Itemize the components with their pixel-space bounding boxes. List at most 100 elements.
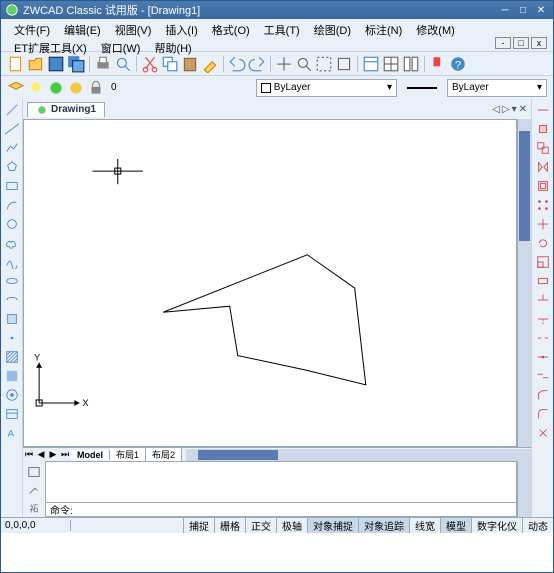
polyline-icon[interactable] (3, 139, 21, 157)
text-icon[interactable]: 祏 (25, 499, 43, 517)
pan-icon[interactable] (275, 55, 293, 73)
tab-prev-icon[interactable]: ◁ (492, 104, 500, 115)
new-icon[interactable] (7, 55, 25, 73)
layer-yellow-icon[interactable] (67, 79, 85, 97)
mode-lweight[interactable]: 线宽 (409, 518, 440, 533)
coordinates-display[interactable]: 0,0,0,0 (1, 520, 71, 531)
save-icon[interactable] (47, 55, 65, 73)
mode-model[interactable]: 模型 (440, 518, 471, 533)
layer-green-icon[interactable] (47, 79, 65, 97)
tab-menu-icon[interactable]: ▾ (512, 104, 517, 115)
mirror-icon[interactable] (534, 158, 552, 176)
command-scrollbar[interactable] (517, 461, 531, 517)
command-input[interactable] (77, 504, 512, 515)
mdi-restore-button[interactable]: □ (513, 37, 529, 49)
point-icon[interactable] (3, 329, 21, 347)
table-draw-icon[interactable] (3, 405, 21, 423)
paint-icon[interactable] (429, 55, 447, 73)
mdi-close-button[interactable]: x (531, 37, 547, 49)
menu-file[interactable]: 文件(F) (7, 21, 57, 39)
minimize-button[interactable]: ─ (497, 3, 513, 17)
drawing-canvas[interactable]: X Y (23, 119, 517, 447)
array-icon[interactable] (534, 196, 552, 214)
break-icon[interactable] (534, 329, 552, 347)
layer-lock-icon[interactable] (87, 79, 105, 97)
tab-first-icon[interactable]: ⏮ (23, 449, 35, 460)
menu-tools[interactable]: 工具(T) (257, 21, 307, 39)
extend-icon[interactable] (534, 310, 552, 328)
break-at-icon[interactable] (534, 348, 552, 366)
table-tool-icon[interactable] (25, 463, 43, 481)
ellipse-arc-icon[interactable] (3, 291, 21, 309)
fillet-icon[interactable] (534, 405, 552, 423)
vertical-scrollbar[interactable] (517, 119, 531, 447)
tab-layout1[interactable]: 布局1 (110, 448, 146, 461)
command-history[interactable] (46, 462, 516, 502)
preview-icon[interactable] (114, 55, 132, 73)
join-icon[interactable] (534, 367, 552, 385)
tab-next-icon[interactable]: ▶ (47, 449, 59, 460)
undo-icon[interactable] (228, 55, 246, 73)
menu-window[interactable]: 窗口(W) (94, 39, 148, 57)
cut-icon[interactable] (141, 55, 159, 73)
menu-insert[interactable]: 插入(I) (158, 21, 204, 39)
mode-ortho[interactable]: 正交 (245, 518, 276, 533)
mode-dyn[interactable]: 动态 (522, 518, 553, 533)
erase-icon[interactable] (534, 120, 552, 138)
help-icon[interactable]: ? (449, 55, 467, 73)
region-icon[interactable] (3, 386, 21, 404)
tab-last-icon[interactable]: ⏭ (59, 449, 71, 460)
redo-icon[interactable] (248, 55, 266, 73)
saveall-icon[interactable] (67, 55, 85, 73)
menu-view[interactable]: 视图(V) (108, 21, 159, 39)
revcloud-icon[interactable] (3, 234, 21, 252)
tab-prev-icon[interactable]: ◀ (35, 449, 47, 460)
mdi-minimize-button[interactable]: - (495, 37, 511, 49)
zoom-window-icon[interactable] (315, 55, 333, 73)
arc-icon[interactable] (3, 196, 21, 214)
move-icon[interactable] (534, 215, 552, 233)
menu-draw[interactable]: 绘图(D) (307, 21, 358, 39)
circle-icon[interactable] (3, 215, 21, 233)
mode-grid[interactable]: 栅格 (214, 518, 245, 533)
doc-tab-drawing1[interactable]: Drawing1 (27, 102, 105, 117)
line-icon[interactable] (3, 101, 21, 119)
mode-polar[interactable]: 极轴 (276, 518, 307, 533)
copy-icon[interactable] (161, 55, 179, 73)
tab-close-icon[interactable]: ✕ (519, 104, 527, 115)
mode-osnap[interactable]: 对象捕捉 (307, 518, 358, 533)
columns-icon[interactable] (402, 55, 420, 73)
maximize-button[interactable]: □ (515, 3, 531, 17)
xline-icon[interactable] (3, 120, 21, 138)
rectangle-icon[interactable] (3, 177, 21, 195)
tab-layout2[interactable]: 布局2 (146, 448, 182, 461)
tab-model[interactable]: Model (71, 450, 110, 460)
insert-block-icon[interactable] (3, 310, 21, 328)
layer-bulb-icon[interactable] (27, 79, 45, 97)
layer-manager-icon[interactable] (7, 79, 25, 97)
menu-edit[interactable]: 编辑(E) (57, 21, 108, 39)
matchprop-icon[interactable] (201, 55, 219, 73)
print-icon[interactable] (94, 55, 112, 73)
scrollbar-thumb[interactable] (519, 131, 530, 241)
explode-icon[interactable] (534, 424, 552, 442)
sketch-icon[interactable] (25, 481, 43, 499)
tab-next-icon[interactable]: ▷ (502, 104, 510, 115)
close-button[interactable]: ✕ (533, 3, 549, 17)
spline-icon[interactable] (3, 253, 21, 271)
polygon-icon[interactable] (3, 158, 21, 176)
trim-icon[interactable] (534, 291, 552, 309)
offset-icon[interactable] (534, 177, 552, 195)
mode-tablet[interactable]: 数字化仪 (471, 518, 522, 533)
open-icon[interactable] (27, 55, 45, 73)
mode-otrack[interactable]: 对象追踪 (358, 518, 409, 533)
scrollbar-thumb[interactable] (198, 450, 278, 460)
horizontal-scrollbar[interactable] (186, 449, 531, 461)
gradient-icon[interactable] (3, 367, 21, 385)
properties-icon[interactable] (362, 55, 380, 73)
zoom-icon[interactable] (295, 55, 313, 73)
scale-icon[interactable] (534, 253, 552, 271)
paste-icon[interactable] (181, 55, 199, 73)
color-combo[interactable]: ByLayer ▾ (256, 79, 397, 97)
measure-icon[interactable] (534, 101, 552, 119)
